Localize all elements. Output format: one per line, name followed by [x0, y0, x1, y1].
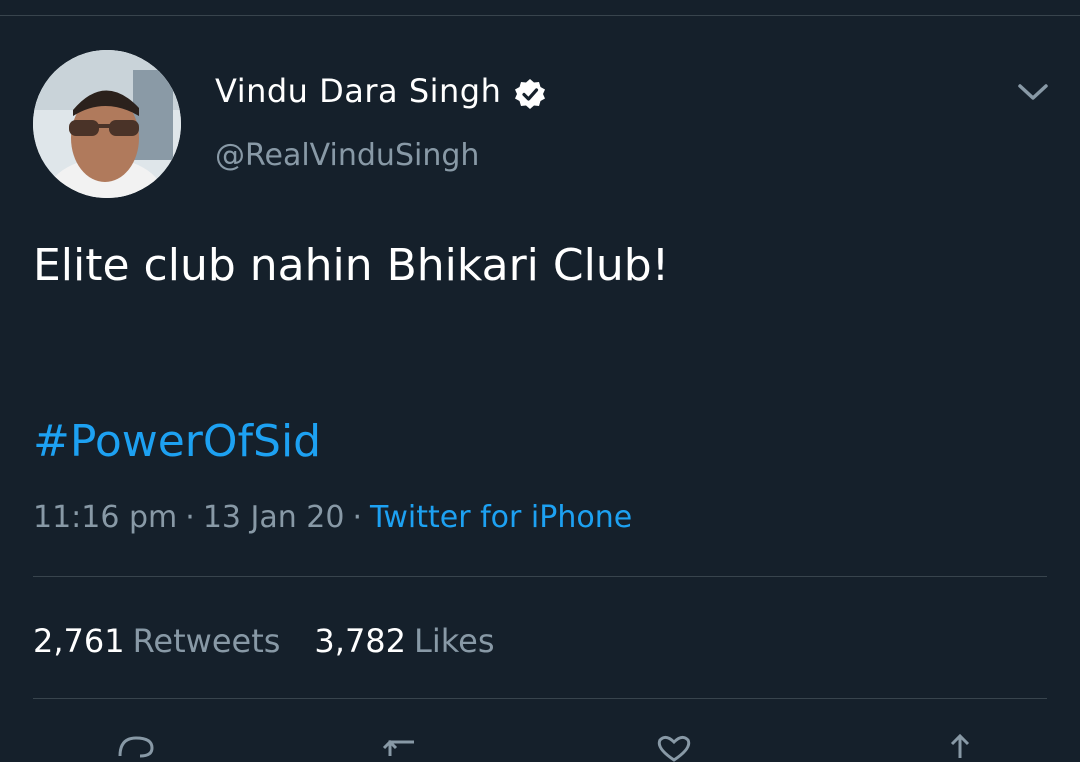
tweet-time: 11:16 pm [33, 500, 178, 535]
divider [33, 576, 1047, 577]
retweet-icon[interactable] [380, 732, 428, 762]
separator: · [352, 500, 363, 535]
retweets-label: Retweets [132, 622, 281, 660]
tweet-meta: 11:16 pm · 13 Jan 20 · Twitter for iPhone [33, 500, 632, 535]
retweets-count: 2,761 [33, 622, 125, 660]
share-icon[interactable] [936, 732, 984, 762]
chevron-down-icon[interactable] [1014, 78, 1052, 106]
tweet-stats: 2,761 Retweets 3,782 Likes [33, 622, 494, 660]
user-handle[interactable]: @RealVinduSingh [215, 138, 479, 173]
separator: · [185, 500, 195, 535]
tweet-date: 13 Jan 20 [202, 500, 345, 535]
top-divider [0, 15, 1080, 16]
tweet-text: Elite club nahin Bhikari Club! [33, 240, 670, 291]
verified-badge-icon [515, 79, 545, 109]
likes-stat[interactable]: 3,782 Likes [314, 622, 494, 660]
divider [33, 698, 1047, 699]
tweet-source-link[interactable]: Twitter for iPhone [370, 500, 632, 535]
likes-count: 3,782 [314, 622, 407, 660]
like-icon[interactable] [650, 732, 698, 762]
display-name[interactable]: Vindu Dara Singh [215, 72, 501, 110]
hashtag-link[interactable]: #PowerOfSid [33, 416, 321, 467]
reply-icon[interactable] [112, 732, 160, 762]
likes-label: Likes [414, 622, 495, 660]
retweets-stat[interactable]: 2,761 Retweets [33, 622, 280, 660]
avatar[interactable] [33, 50, 181, 198]
